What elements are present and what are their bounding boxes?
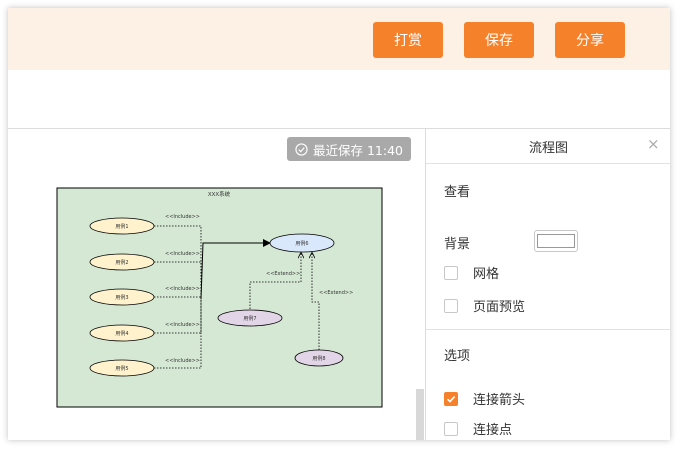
page-preview-label: 页面预览 (473, 300, 526, 315)
system-title: XXX系统 (208, 190, 231, 198)
save-status-badge: 最近保存 11:40 (287, 137, 411, 161)
use-case-diagram[interactable]: XXX系统 <<Include>> <<Include>> <<Include>… (56, 187, 383, 408)
include-label-4: <<Include>> (165, 322, 200, 328)
background-color-swatch (537, 234, 575, 248)
use-case-3-label: 用例3 (115, 294, 128, 301)
use-case-6[interactable]: 用例6 (269, 233, 335, 253)
panel-header: 流程图 × (426, 129, 670, 164)
panel-title: 流程图 (528, 140, 568, 156)
connect-points-label: 连接点 (473, 423, 513, 438)
extend-label-8: <<Extend>> (319, 290, 353, 296)
connect-points-checkbox[interactable] (444, 421, 458, 436)
use-case-6-label: 用例6 (295, 240, 308, 247)
close-icon[interactable]: × (647, 137, 660, 152)
use-case-1-label: 用例1 (115, 223, 128, 230)
connect-points-option[interactable]: 连接点 (444, 419, 512, 438)
diagram-canvas[interactable]: 最近保存 11:40 XXX系统 <<Include>> <<Include>>… (8, 129, 424, 440)
background-row: 背景 (444, 233, 470, 252)
use-case-2[interactable]: 用例2 (89, 253, 155, 271)
page-preview-checkbox[interactable] (444, 298, 458, 313)
use-case-1[interactable]: 用例1 (89, 217, 155, 235)
use-case-2-label: 用例2 (115, 259, 128, 266)
options-section-title: 选项 (444, 349, 471, 364)
use-case-8-label: 用例8 (312, 355, 325, 362)
use-case-3[interactable]: 用例3 (89, 288, 155, 306)
connect-arrows-option[interactable]: 连接箭头 (444, 389, 525, 408)
include-label-3: <<Include>> (165, 286, 200, 292)
include-label-1: <<Include>> (165, 214, 200, 220)
background-label: 背景 (444, 237, 471, 252)
use-case-5-label: 用例5 (115, 365, 128, 372)
view-section-title: 查看 (444, 185, 471, 200)
top-toolbar: 打赏 保存 分享 (8, 8, 670, 70)
use-case-7-label: 用例7 (243, 315, 256, 322)
section-divider (426, 329, 670, 330)
use-case-4[interactable]: 用例4 (89, 324, 155, 342)
format-panel: 流程图 × 查看 背景 网格 页面预览 选项 连接箭头 连接点 (425, 129, 670, 440)
connect-arrows-checkbox[interactable] (444, 391, 458, 406)
use-case-4-label: 用例4 (115, 330, 128, 337)
connect-arrows-label: 连接箭头 (473, 393, 526, 408)
grid-checkbox[interactable] (444, 265, 458, 280)
vertical-scrollbar[interactable] (416, 389, 424, 440)
editor-toolstrip (8, 70, 670, 129)
check-circle-icon (295, 142, 308, 156)
share-button[interactable]: 分享 (555, 22, 625, 58)
save-button[interactable]: 保存 (464, 22, 534, 58)
use-case-7[interactable]: 用例7 (217, 309, 283, 327)
grid-label: 网格 (473, 267, 500, 282)
use-case-5[interactable]: 用例5 (89, 359, 155, 377)
save-status-text: 最近保存 11:40 (313, 142, 403, 158)
page-preview-option[interactable]: 页面预览 (444, 296, 525, 315)
include-label-5: <<Include>> (165, 358, 200, 364)
use-case-8[interactable]: 用例8 (294, 349, 344, 367)
extend-label-7: <<Extend>> (266, 271, 300, 277)
reward-button[interactable]: 打赏 (373, 22, 443, 58)
app-window: 打赏 保存 分享 最近保存 11:40 XXX系统 <<Include>> <<… (8, 8, 670, 440)
background-color-picker[interactable] (534, 230, 578, 252)
include-label-2: <<Include>> (165, 251, 200, 257)
grid-option[interactable]: 网格 (444, 263, 499, 282)
check-icon (446, 395, 456, 403)
